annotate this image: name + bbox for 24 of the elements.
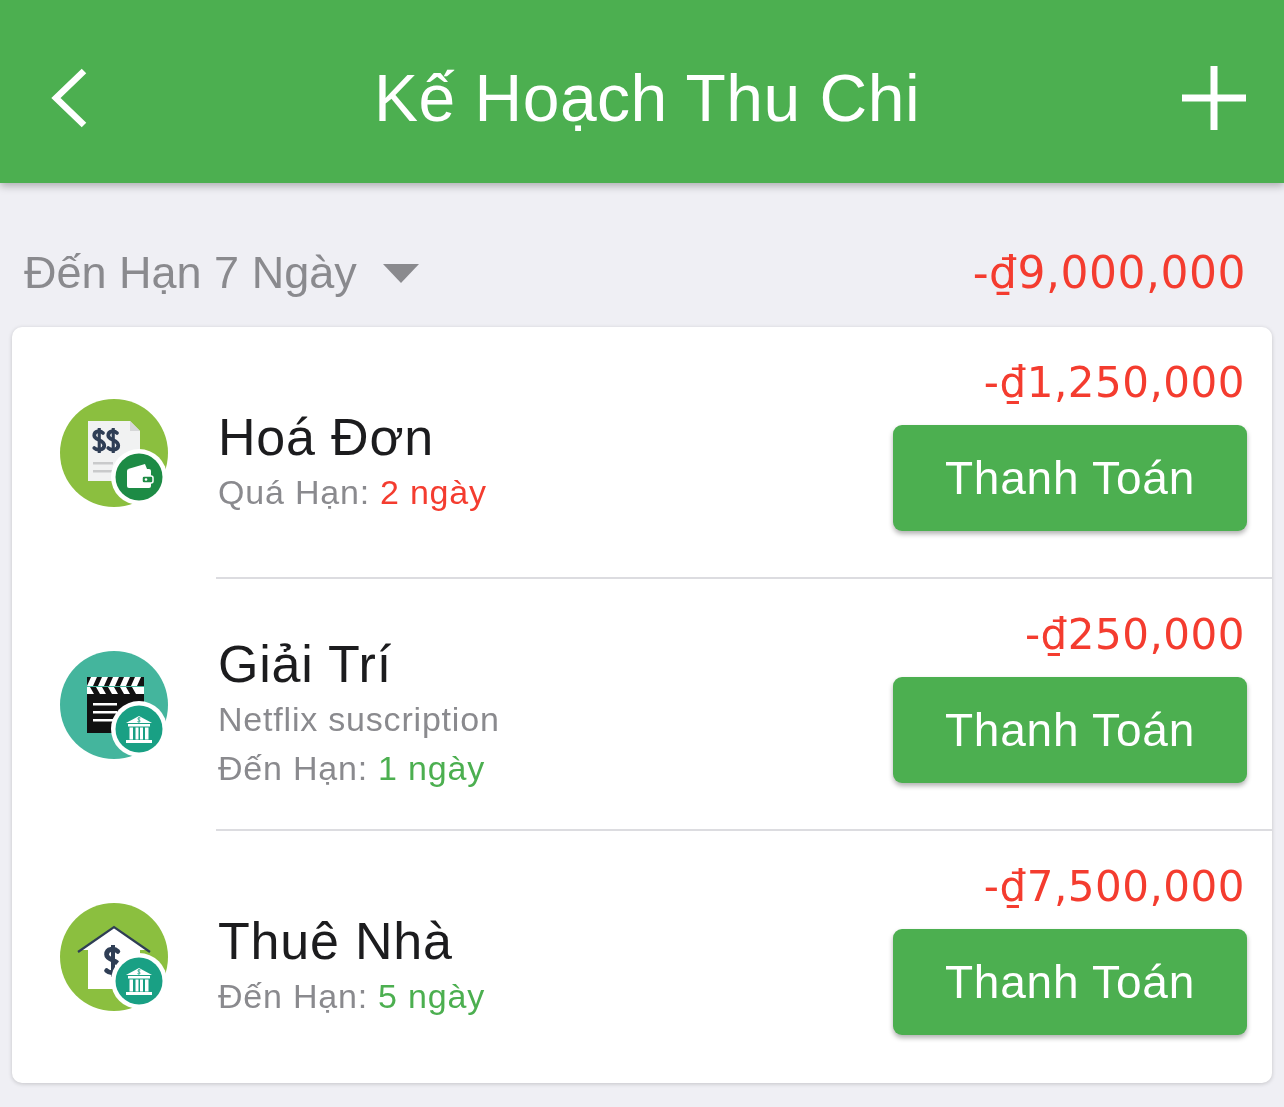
total-amount: -₫9,000,000 — [972, 246, 1246, 300]
caret-down-icon — [382, 263, 419, 283]
plus-icon — [1182, 65, 1246, 130]
bank-icon — [111, 953, 167, 1009]
period-dropdown[interactable]: Đến Hạn 7 Ngày — [24, 245, 419, 301]
due-days: 1 ngày — [378, 744, 485, 793]
bill-title: Hoá Đơn — [218, 406, 435, 468]
bank-icon — [111, 701, 167, 757]
bill-title: Thuê Nhà — [218, 910, 454, 972]
pay-button[interactable]: Thanh Toán — [893, 425, 1247, 531]
due-label: Đến Hạn: — [218, 975, 369, 1017]
bill-note: Netflix suscription — [218, 699, 500, 740]
wallet-icon — [111, 449, 167, 505]
due-label: Quá Hạn: — [218, 471, 370, 513]
screen-title: Kế Hoạch Thu Chi — [373, 59, 921, 136]
bill-amount: -₫1,250,000 — [983, 357, 1245, 409]
bill-amount: -₫250,000 — [1024, 609, 1245, 661]
pay-button[interactable]: Thanh Toán — [893, 929, 1247, 1035]
due-days: 5 ngày — [378, 971, 485, 1021]
due-label: Đến Hạn: — [218, 748, 369, 789]
bill-title: Giải Trí — [218, 634, 393, 695]
pay-button[interactable]: Thanh Toán — [893, 677, 1247, 783]
bill-amount: -₫7,500,000 — [983, 861, 1245, 913]
due-days: 2 ngày — [379, 467, 487, 517]
